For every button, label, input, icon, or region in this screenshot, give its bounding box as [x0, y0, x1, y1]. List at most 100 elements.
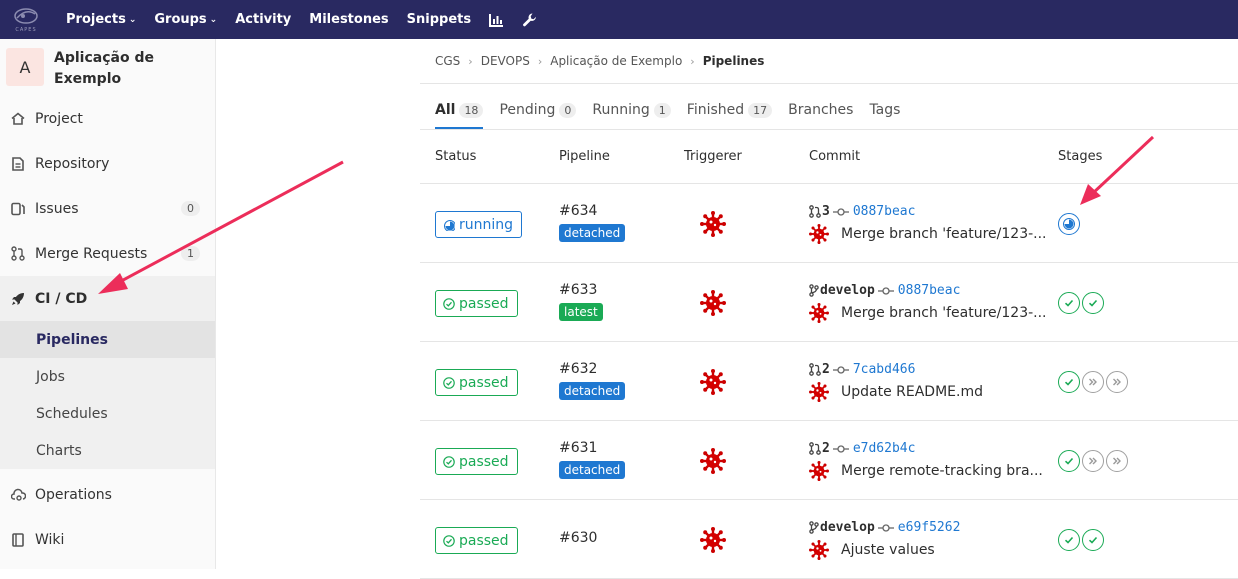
tab-all[interactable]: All 18 [435, 102, 484, 129]
commit-sha-link[interactable]: e7d62b4c [853, 441, 916, 456]
commit-message-link[interactable]: Merge branch 'feature/123-... [841, 226, 1047, 242]
commit-sha-link[interactable]: 7cabd466 [853, 362, 916, 377]
sidebar-subitem-pipelines[interactable]: Pipelines [0, 321, 215, 358]
triggerer-avatar-icon[interactable] [700, 290, 726, 316]
triggerer-avatar-icon[interactable] [700, 211, 726, 237]
status-badge[interactable]: passed [435, 448, 518, 475]
table-row: passed #631 detached 2 e7d62b4c Merge re… [420, 421, 1238, 500]
sidebar-subitem-charts[interactable]: Charts [0, 432, 215, 469]
table-row: passed #632 detached 2 7cabd466 Update R… [420, 342, 1238, 421]
pipeline-id-link[interactable]: #631 [559, 440, 597, 456]
commit-sha-link[interactable]: 0887beac [898, 283, 961, 298]
commit-message-link[interactable]: Ajuste values [841, 542, 935, 558]
ref-link[interactable]: 2 [822, 362, 830, 377]
nav-snippets-label: Snippets [406, 12, 472, 27]
status-badge[interactable]: passed [435, 290, 518, 317]
ref-link[interactable]: develop [820, 283, 875, 298]
pipeline-id-link[interactable]: #634 [559, 203, 597, 219]
sidebar-item-ci-cd[interactable]: CI / CD [0, 276, 215, 321]
branch-icon [809, 521, 819, 534]
commit-ref: 2 7cabd466 [809, 362, 915, 377]
breadcrumb-project[interactable]: Aplicação de Exemplo [550, 54, 682, 68]
breadcrumb-cgs[interactable]: CGS [435, 54, 460, 68]
tab-running[interactable]: Running 1 [592, 102, 671, 129]
sidebar-item-repository[interactable]: Repository [0, 141, 215, 186]
commit-icon [832, 444, 849, 454]
pipeline-id-link[interactable]: #633 [559, 282, 597, 298]
ref-link[interactable]: 2 [822, 441, 830, 456]
commit-author-avatar-icon[interactable] [809, 461, 829, 481]
tab-label: Running [592, 102, 650, 118]
sidebar-subitem-jobs[interactable]: Jobs [0, 358, 215, 395]
status-badge[interactable]: passed [435, 369, 518, 396]
nav-snippets[interactable]: Snippets [407, 12, 471, 27]
stage-success-icon[interactable] [1058, 529, 1080, 551]
tab-branches[interactable]: Branches [788, 102, 853, 129]
triggerer-avatar-icon[interactable] [700, 369, 726, 395]
nav-groups[interactable]: Groups ⌄ [154, 12, 217, 27]
breadcrumb-devops[interactable]: DEVOPS [481, 54, 530, 68]
tab-pending[interactable]: Pending 0 [499, 102, 577, 129]
rocket-icon [10, 291, 26, 307]
sidebar-item-label: Wiki [35, 531, 65, 548]
nav-projects[interactable]: Projects ⌄ [66, 12, 136, 27]
commit-message-link[interactable]: Update README.md [841, 384, 983, 400]
stage-skipped-icon[interactable] [1082, 371, 1104, 393]
sidebar-item-merge-requests[interactable]: Merge Requests 1 [0, 231, 215, 276]
logo[interactable]: CAPES [0, 0, 52, 39]
merge-request-icon [809, 205, 821, 218]
header-commit: Commit [809, 149, 861, 164]
capes-logo-icon [14, 8, 38, 24]
tab-finished[interactable]: Finished 17 [686, 102, 773, 129]
commit-author-avatar-icon[interactable] [809, 382, 829, 402]
commit-author-avatar-icon[interactable] [809, 540, 829, 560]
sidebar-item-project[interactable]: Project [0, 96, 215, 141]
merge-request-icon [809, 363, 821, 376]
logo-text: CAPES [15, 27, 37, 33]
stage-success-icon[interactable] [1058, 450, 1080, 472]
stage-success-icon[interactable] [1082, 529, 1104, 551]
sidebar-subitem-schedules[interactable]: Schedules [0, 395, 215, 432]
pipeline-id-link[interactable]: #632 [559, 361, 597, 377]
breadcrumb-pipelines[interactable]: Pipelines [703, 54, 765, 68]
ref-link[interactable]: 3 [822, 204, 830, 219]
tab-tags[interactable]: Tags [869, 102, 900, 129]
status-badge[interactable]: passed [435, 527, 518, 554]
sidebar: A Aplicação de Exemplo Project Repositor… [0, 39, 216, 569]
triggerer-avatar-icon[interactable] [700, 527, 726, 553]
nav-activity[interactable]: Activity [235, 12, 291, 27]
pipeline-id-link[interactable]: #630 [559, 530, 597, 546]
stage-success-icon[interactable] [1082, 292, 1104, 314]
commit-ref: 3 0887beac [809, 204, 915, 219]
triggerer-avatar-icon[interactable] [700, 448, 726, 474]
ref-link[interactable]: develop [820, 520, 875, 535]
stage-success-icon[interactable] [1058, 292, 1080, 314]
tab-label: Branches [788, 102, 854, 118]
breadcrumb: CGS › DEVOPS › Aplicação de Exemplo › Pi… [420, 39, 1238, 84]
commit-message-link[interactable]: Merge remote-tracking bra... [841, 463, 1043, 479]
sidebar-item-issues[interactable]: Issues 0 [0, 186, 215, 231]
sidebar-item-operations[interactable]: Operations [0, 472, 215, 517]
stage-skipped-icon[interactable] [1106, 450, 1128, 472]
stages-list [1058, 371, 1128, 393]
status-badge[interactable]: running [435, 211, 523, 238]
commit-author-avatar-icon[interactable] [809, 224, 829, 244]
stage-running-icon[interactable] [1058, 213, 1080, 235]
sidebar-item-label: Issues [35, 200, 79, 217]
commit-author-avatar-icon[interactable] [809, 303, 829, 323]
pipeline-tag-badge: detached [559, 461, 626, 479]
commit-message-link[interactable]: Merge branch 'feature/123-... [841, 305, 1047, 321]
stage-success-icon[interactable] [1058, 371, 1080, 393]
nav-milestones[interactable]: Milestones [309, 12, 388, 27]
project-header[interactable]: A Aplicação de Exemplo [0, 39, 215, 96]
stage-skipped-icon[interactable] [1106, 371, 1128, 393]
sidebar-item-wiki[interactable]: Wiki [0, 517, 215, 562]
chart-icon[interactable] [489, 13, 504, 27]
commit-sha-link[interactable]: e69f5262 [898, 520, 961, 535]
commit-sha-link[interactable]: 0887beac [853, 204, 916, 219]
wrench-icon[interactable] [522, 12, 538, 28]
header-stages: Stages [1058, 149, 1103, 164]
sidebar-item-label: Merge Requests [35, 245, 148, 262]
tab-label: Finished [686, 102, 745, 118]
stage-skipped-icon[interactable] [1082, 450, 1104, 472]
